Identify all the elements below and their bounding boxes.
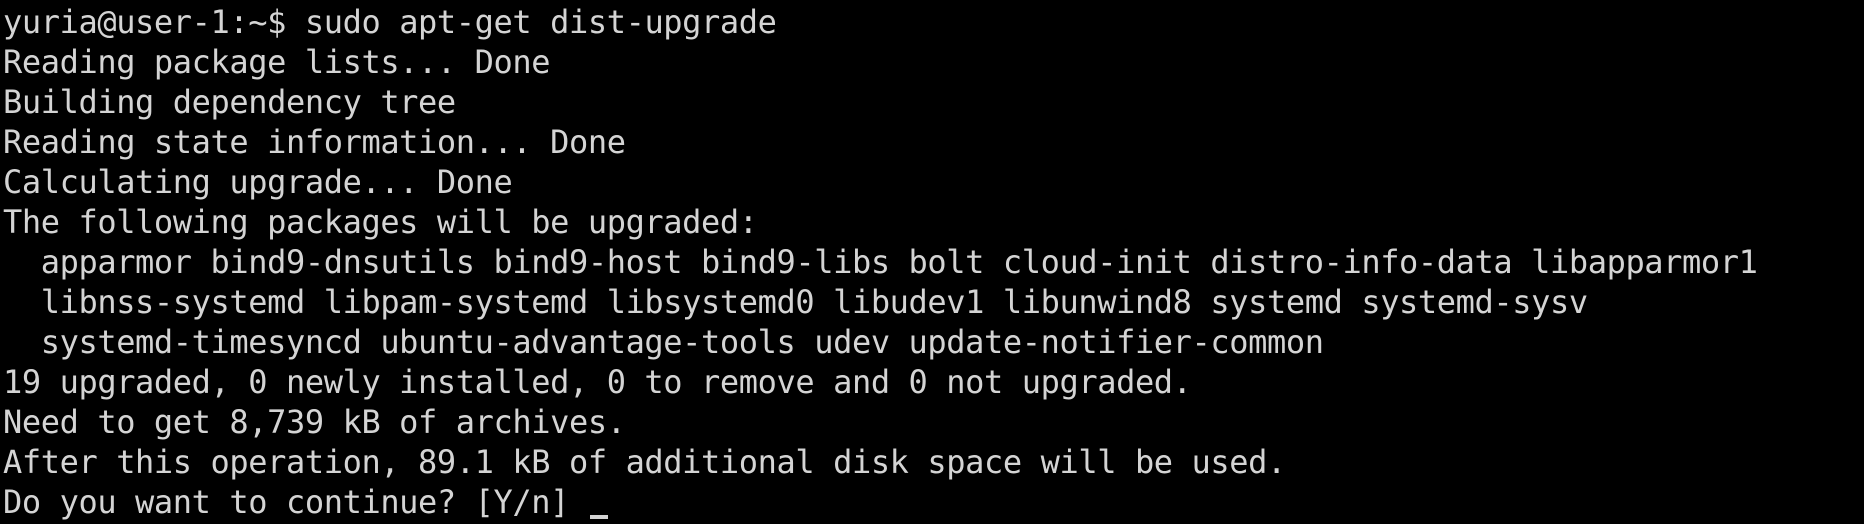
output-line: After this operation, 89.1 kB of additio… [3,443,1286,481]
output-line: The following packages will be upgraded: [3,203,758,241]
command-text: sudo apt-get dist-upgrade [304,3,777,41]
text-cursor[interactable] [589,515,608,519]
terminal-window[interactable]: yuria@user-1:~$ sudo apt-get dist-upgrad… [0,0,1864,524]
output-line: Calculating upgrade... Done [3,163,513,201]
package-list-line: libnss-systemd libpam-systemd libsystemd… [3,283,1588,321]
package-list-line: apparmor bind9-dnsutils bind9-host bind9… [3,243,1758,281]
confirm-prompt-line[interactable]: Do you want to continue? [Y/n] [3,482,1864,522]
output-line: Reading package lists... Done [3,43,551,81]
output-line: Building dependency tree [3,83,456,121]
output-line: Reading state information... Done [3,123,626,161]
output-line: 19 upgraded, 0 newly installed, 0 to rem… [3,363,1192,401]
package-list-line: systemd-timesyncd ubuntu-advantage-tools… [3,323,1324,361]
output-line: Need to get 8,739 kB of archives. [3,403,626,441]
command-line: yuria@user-1:~$ sudo apt-get dist-upgrad… [3,2,1864,42]
shell-prompt: yuria@user-1:~$ [3,3,305,41]
confirm-question: Do you want to continue? [Y/n] [3,483,588,521]
